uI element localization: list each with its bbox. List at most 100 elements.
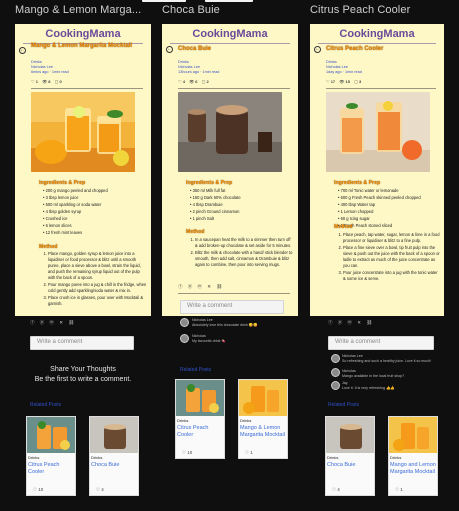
brand-logo[interactable]: CookingMama <box>15 28 151 40</box>
recipe-photo <box>31 92 135 172</box>
tab-button[interactable] <box>205 0 253 2</box>
comment-count: 0 <box>59 79 62 84</box>
back-arrow-icon[interactable]: ← <box>314 46 321 53</box>
list-item: Place crush ice in glasses, pour over wi… <box>48 295 147 307</box>
brand-logo[interactable]: CookingMama <box>310 28 444 40</box>
facebook-icon[interactable]: ⓕ <box>30 320 35 325</box>
related-likes: ♡ 4 <box>332 487 340 492</box>
list-item: 700 ml Tonic water or lemonade <box>338 187 421 194</box>
messenger-icon[interactable]: ⓜ <box>50 320 55 325</box>
avatar <box>331 354 340 363</box>
share-title: Share Your Thoughts <box>50 366 116 373</box>
comment-text: So refreshing and such a healthy juice. … <box>342 358 432 363</box>
list-item: Pour mango puree into a jug & chill in t… <box>48 282 147 294</box>
recipe-meta: Drinks Nicholas Lee 1day ago · 1min read <box>326 60 362 75</box>
list-item: 2 pinch Ground cinnamon <box>190 208 241 215</box>
comment-input[interactable]: Write a comment <box>30 336 134 350</box>
related-card[interactable]: Drinks Citrus Peach Cooler ♡ 10 <box>175 379 225 459</box>
recipe-card: CookingMama ← Choca Buie Drinks Nicholas… <box>162 24 298 316</box>
recipe-photo <box>178 92 282 172</box>
pinterest-icon[interactable]: ⓟ <box>40 320 45 325</box>
related-category: Drinks <box>240 418 252 423</box>
list-item: 500 ml sparkling or soda water <box>43 201 108 208</box>
messenger-icon[interactable]: ⓜ <box>198 284 203 289</box>
divider <box>178 293 290 294</box>
comment-icon[interactable]: ▢ 2 <box>202 79 209 84</box>
like-count: 4 <box>182 79 185 84</box>
list-item: Place mango, golden syrup & lemon juice … <box>48 251 147 281</box>
ingredient-list: 200 g mango peeled and chopped 3 tbsp le… <box>43 187 108 236</box>
link-icon[interactable]: ⛓ <box>216 284 222 289</box>
pinterest-icon[interactable]: ⓟ <box>338 320 343 325</box>
facebook-icon[interactable]: ⓕ <box>328 320 333 325</box>
method-heading: Method <box>334 224 353 230</box>
related-title[interactable]: Citrus Peach Cooler <box>28 462 74 476</box>
comment-icon[interactable]: ▢ 0 <box>55 79 62 84</box>
x-icon[interactable]: ✕ <box>59 320 63 325</box>
page-title: Citrus Peach Cooler <box>310 4 411 16</box>
related-likes: ♡ 10 <box>33 487 44 492</box>
related-title[interactable]: Mango and Lemon Margarita Mocktail <box>390 462 438 476</box>
recipe-card: CookingMama ← Mango & Lemon Margarita Mo… <box>15 24 151 316</box>
related-title[interactable]: Citrus Peach Cooler <box>177 425 223 439</box>
related-photo <box>326 417 374 453</box>
post-time: 6mins ago · 1min read <box>31 70 69 74</box>
comment-text: Absolutely love this chocolate drink 😋😋 <box>192 322 258 327</box>
divider <box>318 43 436 44</box>
x-icon[interactable]: ✕ <box>207 284 211 289</box>
comment-text: Love it. It is very refreshing 👍👍 <box>342 385 395 390</box>
related-heading: Related Posts <box>30 402 62 408</box>
page-title: Mango & Lemon Marga... <box>15 4 142 16</box>
divider <box>31 88 143 89</box>
comment-item: Nicholas Lee So refreshing and such a he… <box>342 354 438 363</box>
related-card[interactable]: Drinks Mango and Lemon Margarita Mocktai… <box>388 416 438 496</box>
avatar <box>180 318 189 327</box>
heart-icon[interactable]: ♡ 17 <box>326 79 335 84</box>
share-bar: ⓕ ⓟ ⓜ ✕ ⛓ <box>30 320 78 326</box>
pinterest-icon[interactable]: ⓟ <box>188 284 193 289</box>
recipe-title: Citrus Peach Cooler <box>326 46 384 52</box>
related-likes: ♡ 10 <box>182 450 193 455</box>
list-item: 350 ml Milk full fat <box>190 187 241 194</box>
list-item: 400 tbsp Water tap <box>338 201 421 208</box>
related-category: Drinks <box>327 455 339 460</box>
link-icon[interactable]: ⛓ <box>366 320 372 325</box>
related-heading: Related Posts <box>328 402 360 408</box>
method-list: Place peach, tap water, sugar, lemon & l… <box>336 232 440 283</box>
view-count: 15 <box>345 79 350 84</box>
comment-icon[interactable]: ▢ 3 <box>354 79 361 84</box>
list-item: 1 Lemon chopped <box>338 208 421 215</box>
comment-input[interactable]: Write a comment <box>328 336 434 350</box>
brand-logo[interactable]: CookingMama <box>162 28 298 40</box>
heart-icon[interactable]: ♡ 1 <box>31 79 38 84</box>
x-icon[interactable]: ✕ <box>357 320 361 325</box>
link-icon[interactable]: ⛓ <box>68 320 74 325</box>
back-arrow-icon[interactable]: ← <box>166 46 173 53</box>
related-title[interactable]: Choca Buie <box>327 462 373 469</box>
list-item: 60 g Icing sugar <box>338 215 421 222</box>
list-item: 12 fresh mint leaves <box>43 229 108 236</box>
recipe-meta: Drinks Nicholas Lee 6mins ago · 1min rea… <box>31 60 69 75</box>
related-title[interactable]: Choca Buie <box>91 462 137 469</box>
related-title[interactable]: Mango & Lemon Margarita Mocktail <box>240 425 288 439</box>
related-card[interactable]: Drinks Mango & Lemon Margarita Mocktail … <box>238 379 288 459</box>
comment-input[interactable]: Write a comment <box>180 300 284 314</box>
tab-button[interactable] <box>142 0 186 2</box>
facebook-icon[interactable]: ⓕ <box>178 284 183 289</box>
related-card[interactable]: Drinks Choca Buie ♡ 4 <box>89 416 139 496</box>
share-bar: ⓕ ⓟ ⓜ ✕ ⛓ <box>328 320 376 326</box>
related-card[interactable]: Drinks Choca Buie ♡ 4 <box>325 416 375 496</box>
post-stats: ♡ 17 👁 15 ▢ 3 <box>326 79 364 84</box>
comment-count: 3 <box>358 79 362 84</box>
view-count: 6 <box>195 79 198 84</box>
ingredients-heading: Ingredients & Prep <box>334 180 381 186</box>
related-card[interactable]: Drinks Citrus Peach Cooler ♡ 10 <box>26 416 76 496</box>
post-time: 1day ago · 1min read <box>326 70 362 74</box>
list-item: 150 g Dark 60% chocolate <box>190 194 241 201</box>
messenger-icon[interactable]: ⓜ <box>348 320 353 325</box>
list-item: 4 tbsp golden syrup <box>43 208 108 215</box>
heart-icon[interactable]: ♡ 4 <box>178 79 185 84</box>
ingredients-heading: Ingredients & Prep <box>39 180 86 186</box>
back-arrow-icon[interactable]: ← <box>19 47 26 54</box>
divider <box>178 88 290 89</box>
